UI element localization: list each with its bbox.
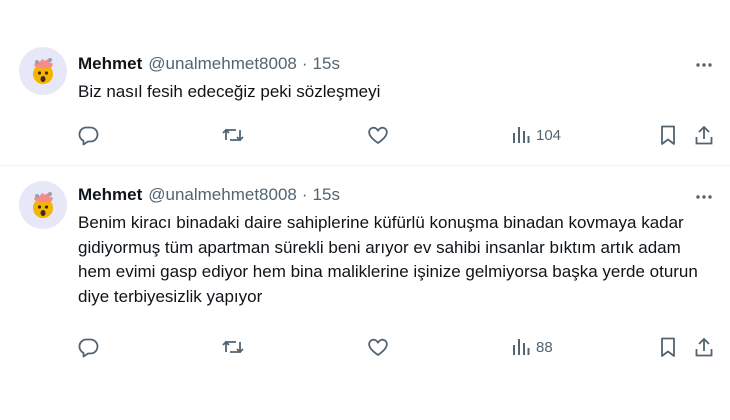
more-icon xyxy=(696,63,712,67)
share-button[interactable] xyxy=(694,122,714,148)
share-icon xyxy=(695,125,713,145)
views-count: 88 xyxy=(536,338,553,356)
bookmark-icon xyxy=(661,125,675,145)
like-button[interactable] xyxy=(367,122,389,148)
author-handle[interactable]: @unalmehmet8008 xyxy=(148,185,297,205)
repost-icon xyxy=(222,128,244,142)
author-handle[interactable]: @unalmehmet8008 xyxy=(148,54,297,74)
more-options-button[interactable] xyxy=(692,53,716,77)
bookmark-button[interactable] xyxy=(658,122,678,148)
views-icon xyxy=(513,127,530,143)
like-button[interactable] xyxy=(367,334,389,360)
reply-button[interactable] xyxy=(77,334,99,360)
timestamp[interactable]: 15s xyxy=(313,54,340,74)
repost-button[interactable] xyxy=(221,122,245,148)
tweet-header: Mehmet @unalmehmet8008 · 15s xyxy=(78,53,340,75)
author-name[interactable]: Mehmet xyxy=(78,185,142,205)
tweet-text: Biz nasıl fesih edeceğiz peki sözleşmeyi xyxy=(78,82,381,101)
bookmark-icon xyxy=(661,337,675,357)
tweet[interactable]: Mehmet @unalmehmet8008 · 15s Benim kirac… xyxy=(0,167,730,420)
views-button[interactable]: 88 xyxy=(511,334,553,360)
tweet-text: Benim kiracı binadaki daire sahiplerine … xyxy=(78,213,698,306)
tweet-header: Mehmet @unalmehmet8008 · 15s xyxy=(78,184,340,206)
views-icon xyxy=(513,339,530,355)
author-name[interactable]: Mehmet xyxy=(78,54,142,74)
bookmark-button[interactable] xyxy=(658,334,678,360)
timestamp[interactable]: 15s xyxy=(313,185,340,205)
views-count: 104 xyxy=(536,126,562,144)
separator-dot: · xyxy=(301,54,308,73)
avatar[interactable] xyxy=(19,47,67,95)
separator-dot: · xyxy=(301,185,308,204)
tweet-actions: 104 xyxy=(77,122,717,148)
share-icon xyxy=(695,337,713,357)
like-icon xyxy=(368,126,388,144)
like-icon xyxy=(368,338,388,356)
views-button[interactable]: 104 xyxy=(511,122,561,148)
reply-icon xyxy=(78,338,99,358)
share-button[interactable] xyxy=(694,334,714,360)
tweet[interactable]: Mehmet @unalmehmet8008 · 15s Biz nasıl f… xyxy=(0,0,730,166)
tweet-feed: Mehmet @unalmehmet8008 · 15s Biz nasıl f… xyxy=(0,0,730,420)
repost-button[interactable] xyxy=(221,334,245,360)
exploding-head-emoji-icon xyxy=(33,192,53,218)
avatar[interactable] xyxy=(19,181,67,229)
more-options-button[interactable] xyxy=(692,185,716,209)
exploding-head-emoji-icon xyxy=(33,58,53,84)
repost-icon xyxy=(222,340,244,354)
more-icon xyxy=(696,195,712,199)
tweet-actions: 88 xyxy=(77,334,717,360)
reply-button[interactable] xyxy=(77,122,99,148)
reply-icon xyxy=(78,126,99,146)
